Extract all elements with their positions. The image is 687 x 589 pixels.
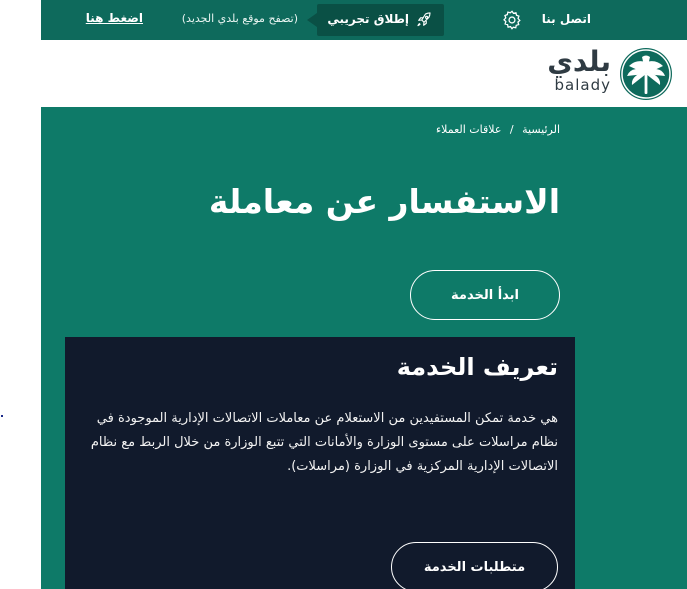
palm-logo-icon[interactable]	[620, 48, 672, 100]
service-definition-card: تعريف الخدمة هي خدمة تمكن المستفيدين من …	[65, 337, 575, 589]
logo-bar: بلدي balady	[41, 40, 687, 107]
service-requirements-button[interactable]: متطلبات الخدمة	[391, 542, 558, 589]
breadcrumb: الرئيسية / علاقات العملاء	[436, 123, 560, 136]
beta-note-text: (تصفح موقع بلدي الجديد)	[181, 12, 298, 25]
rocket-icon	[415, 11, 433, 29]
gear-icon[interactable]	[501, 9, 523, 31]
logo-name-ar: بلدي	[547, 45, 611, 78]
top-bar: اتصل بنا إطلاق تجريبي (تصفح موقع بلدي ال…	[41, 0, 687, 40]
service-description: هي خدمة تمكن المستفيدين من الاستعلام عن …	[90, 411, 558, 474]
service-definition-title: تعريف الخدمة	[396, 353, 558, 381]
logo-name-en: balady	[554, 76, 611, 94]
breadcrumb-separator: /	[509, 123, 514, 136]
breadcrumb-home-link[interactable]: الرئيسية	[522, 123, 560, 136]
page-edge-dot	[1, 415, 3, 417]
breadcrumb-current: علاقات العملاء	[435, 123, 502, 136]
beta-launch-label: إطلاق تجريبي	[327, 12, 409, 26]
page: اتصل بنا إطلاق تجريبي (تصفح موقع بلدي ال…	[0, 0, 687, 589]
click-here-link[interactable]: اضغط هنا	[86, 11, 143, 25]
contact-us-link[interactable]: اتصل بنا	[542, 12, 591, 26]
beta-launch-badge: إطلاق تجريبي	[307, 4, 444, 36]
page-title: الاستفسار عن معاملة	[208, 182, 560, 221]
start-service-button[interactable]: ابدأ الخدمة	[410, 270, 560, 320]
